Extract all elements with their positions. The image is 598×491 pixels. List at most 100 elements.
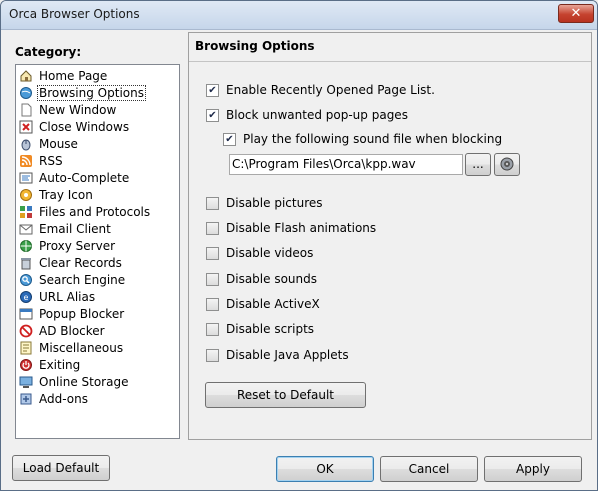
checkbox-label: Disable Flash animations	[226, 221, 377, 235]
checkbox-label: Enable Recently Opened Page List.	[226, 83, 435, 97]
apply-button[interactable]: Apply	[484, 456, 582, 482]
trash-icon	[19, 256, 33, 270]
panel-title: Browsing Options	[195, 39, 315, 53]
category-item-clear-records[interactable]: Clear Records	[19, 255, 124, 271]
disable-videos-checkbox[interactable]: Disable videos	[206, 246, 313, 260]
category-item-label: Email Client	[39, 222, 111, 236]
title-bar: Orca Browser Options ✕	[1, 1, 597, 30]
play-sound-checkbox[interactable]: ✔ Play the following sound file when blo…	[223, 132, 502, 146]
speaker-icon	[500, 157, 514, 178]
checkmark-icon: ✔	[206, 108, 219, 122]
ok-button[interactable]: OK	[276, 456, 374, 482]
category-item-browsing-options[interactable]: Browsing Options	[19, 85, 146, 101]
checkbox-box	[206, 272, 219, 286]
checkbox-box	[206, 196, 219, 210]
mouse-icon	[19, 137, 33, 151]
load-default-button[interactable]: Load Default	[12, 455, 110, 481]
play-sound-button[interactable]	[494, 153, 520, 176]
tray-icon	[19, 188, 33, 202]
block-popups-checkbox[interactable]: ✔ Block unwanted pop-up pages	[206, 108, 408, 122]
checkbox-label: Disable pictures	[226, 196, 323, 210]
category-item-home-page[interactable]: Home Page	[19, 68, 109, 84]
checkmark-icon: ✔	[223, 132, 236, 146]
disable-sounds-checkbox[interactable]: Disable sounds	[206, 272, 317, 286]
checkmark-icon: ✔	[206, 83, 219, 97]
category-item-tray-icon[interactable]: Tray Icon	[19, 187, 95, 203]
disable-activex-checkbox[interactable]: Disable ActiveX	[206, 297, 320, 311]
category-item-mouse[interactable]: Mouse	[19, 136, 80, 152]
category-item-auto-complete[interactable]: Auto-Complete	[19, 170, 131, 186]
category-item-rss[interactable]: RSS	[19, 153, 65, 169]
search-engine-icon	[19, 273, 33, 287]
sound-file-path-input[interactable]: C:\Program Files\Orca\kpp.wav	[229, 154, 463, 175]
category-item-label: Popup Blocker	[39, 307, 125, 321]
cancel-button[interactable]: Cancel	[380, 456, 478, 482]
files-icon	[19, 205, 33, 219]
email-icon	[19, 222, 33, 236]
category-item-label: Online Storage	[39, 375, 129, 389]
ad-blocker-icon	[19, 324, 33, 338]
close-windows-icon	[19, 120, 33, 134]
rss-icon	[19, 154, 33, 168]
autocomplete-icon	[19, 171, 33, 185]
disable-scripts-checkbox[interactable]: Disable scripts	[206, 322, 314, 336]
window-title: Orca Browser Options	[9, 7, 140, 21]
checkbox-label: Block unwanted pop-up pages	[226, 108, 408, 122]
category-item-label: Proxy Server	[39, 239, 116, 253]
browse-sound-button[interactable]: ...	[465, 153, 491, 176]
addons-icon	[19, 392, 33, 406]
category-item-label: RSS	[39, 154, 63, 168]
category-item-search-engine[interactable]: Search Engine	[19, 272, 127, 288]
category-item-online-storage[interactable]: Online Storage	[19, 374, 130, 390]
checkbox-label: Disable sounds	[226, 272, 318, 286]
options-window: Orca Browser Options ✕ Category: Home Pa…	[0, 0, 598, 491]
checkbox-box	[206, 221, 219, 235]
browse-icon	[19, 86, 33, 100]
power-icon	[19, 358, 33, 372]
category-item-ad-blocker[interactable]: AD Blocker	[19, 323, 107, 339]
category-item-label: Browsing Options	[37, 85, 146, 101]
disable-flash-checkbox[interactable]: Disable Flash animations	[206, 221, 376, 235]
svg-text:e: e	[24, 293, 29, 302]
category-item-miscellaneous[interactable]: Miscellaneous	[19, 340, 125, 356]
category-item-new-window[interactable]: New Window	[19, 102, 118, 118]
category-item-close-windows[interactable]: Close Windows	[19, 119, 131, 135]
category-item-label: Mouse	[39, 137, 78, 151]
checkbox-box	[206, 348, 219, 362]
window-close-button[interactable]: ✕	[558, 4, 594, 23]
storage-icon	[19, 375, 33, 389]
disable-pictures-checkbox[interactable]: Disable pictures	[206, 196, 323, 210]
checkbox-box	[206, 246, 219, 260]
enable-recent-pages-checkbox[interactable]: ✔ Enable Recently Opened Page List.	[206, 83, 435, 97]
checkbox-box	[206, 297, 219, 311]
category-item-label: Miscellaneous	[39, 341, 124, 355]
category-item-label: URL Alias	[39, 290, 96, 304]
category-item-proxy-server[interactable]: Proxy Server	[19, 238, 117, 254]
category-item-label: Auto-Complete	[39, 171, 130, 185]
category-item-label: Clear Records	[39, 256, 122, 270]
category-item-label: Home Page	[39, 69, 108, 83]
category-item-email-client[interactable]: Email Client	[19, 221, 113, 237]
disable-java-applets-checkbox[interactable]: Disable Java Applets	[206, 348, 349, 362]
checkbox-label: Disable videos	[226, 246, 314, 260]
category-item-label: Close Windows	[39, 120, 130, 134]
category-item-add-ons[interactable]: Add-ons	[19, 391, 90, 407]
category-item-exiting[interactable]: Exiting	[19, 357, 82, 373]
proxy-icon	[19, 239, 33, 253]
category-item-url-alias[interactable]: e URL Alias	[19, 289, 97, 305]
new-window-icon	[19, 103, 33, 117]
category-item-label: Files and Protocols	[39, 205, 151, 219]
checkbox-label: Disable ActiveX	[226, 297, 320, 311]
checkbox-label: Disable Java Applets	[226, 348, 349, 362]
category-list[interactable]: Home Page Browsing Options New Window Cl…	[15, 64, 180, 439]
misc-icon	[19, 341, 33, 355]
category-item-popup-blocker[interactable]: Popup Blocker	[19, 306, 126, 322]
checkbox-label: Disable scripts	[226, 322, 315, 336]
reset-to-default-button[interactable]: Reset to Default	[205, 382, 366, 408]
category-item-label: New Window	[39, 103, 117, 117]
panel-header: Browsing Options	[189, 33, 591, 62]
category-item-files-and-protocols[interactable]: Files and Protocols	[19, 204, 152, 220]
checkbox-box	[206, 322, 219, 336]
home-icon	[19, 69, 33, 83]
category-item-label: Tray Icon	[39, 188, 93, 202]
